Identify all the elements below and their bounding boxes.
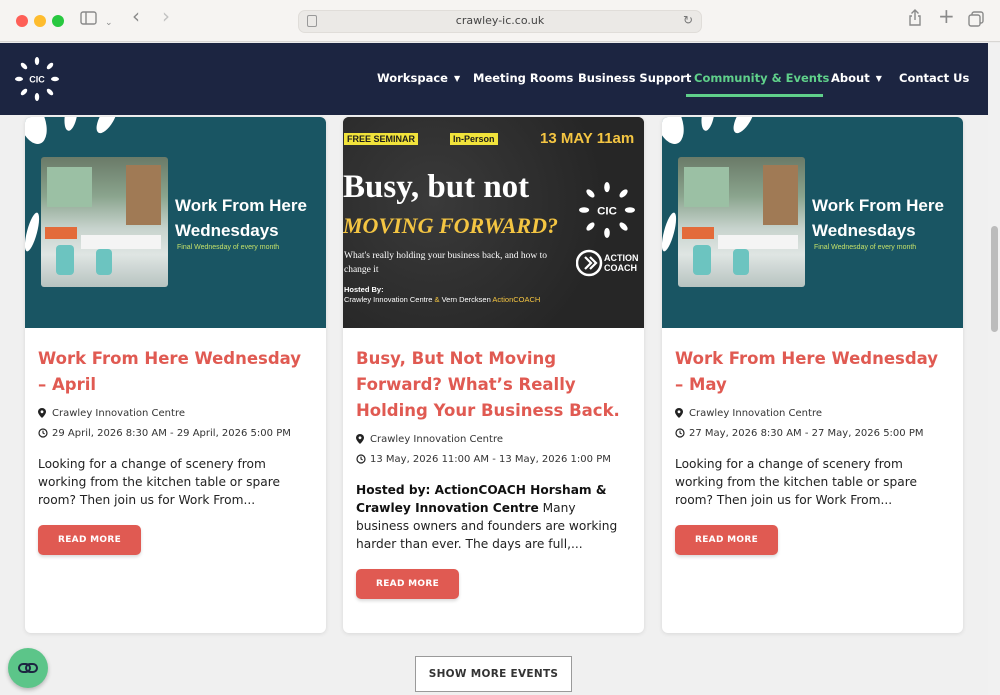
- event-image[interactable]: Work From Here Wednesdays Final Wednesda…: [25, 117, 326, 328]
- free-seminar-tag: FREE SEMINAR: [344, 133, 419, 145]
- decorative-leaf: [25, 117, 53, 148]
- tab-overview-icon[interactable]: [968, 11, 984, 32]
- event-datetime: 13 May, 2026 11:00 AM - 13 May, 2026 1:0…: [356, 454, 631, 466]
- events-section: Work From Here Wednesdays Final Wednesda…: [0, 115, 988, 695]
- image-title: Work From Here Wednesdays: [175, 196, 307, 240]
- seminar-subheadline: MOVING FORWARD?: [343, 213, 558, 238]
- map-pin-icon: [675, 408, 683, 422]
- seminar-date: 13 MAY 11am: [540, 130, 635, 147]
- address-bar[interactable]: crawley-ic.co.uk ↻: [298, 10, 702, 33]
- nav-business-support[interactable]: Business Support: [578, 71, 691, 85]
- scrollbar-thumb[interactable]: [991, 226, 998, 332]
- image-subtitle: Final Wednesday of every month: [177, 244, 280, 251]
- cic-logo[interactable]: CIC: [15, 57, 59, 101]
- svg-text:ACTION: ACTION: [604, 253, 639, 263]
- new-tab-icon[interactable]: +: [938, 6, 955, 26]
- reload-icon[interactable]: ↻: [683, 13, 693, 27]
- sidebar-toggle-icon[interactable]: [80, 10, 98, 30]
- in-person-tag: In-Person: [450, 133, 498, 145]
- nav-community-events[interactable]: Community & Events: [694, 71, 829, 85]
- event-card: FREE SEMINAR In-Person 13 MAY 11am Busy,…: [343, 117, 644, 633]
- office-photo: [41, 157, 168, 287]
- back-button[interactable]: ‹: [132, 6, 140, 26]
- svg-text:COACH: COACH: [604, 263, 637, 273]
- event-excerpt: Looking for a change of scenery from wor…: [38, 457, 280, 507]
- seminar-description: What's really holding your business back…: [344, 251, 548, 275]
- caret-down-icon: ▼: [453, 74, 461, 83]
- event-title[interactable]: Busy, But Not Moving Forward? What’s Rea…: [356, 346, 631, 424]
- accessibility-widget-button[interactable]: [8, 648, 48, 688]
- minimize-window-button[interactable]: [34, 15, 46, 27]
- read-more-button[interactable]: READ MORE: [356, 569, 460, 599]
- decorative-leaf: [662, 211, 680, 253]
- svg-text:CIC: CIC: [597, 205, 617, 217]
- close-window-button[interactable]: [16, 15, 28, 27]
- actioncoach-logo: ACTION COACH: [576, 249, 639, 277]
- event-card: Work From Here Wednesdays Final Wednesda…: [25, 117, 326, 633]
- image-title: Work From Here Wednesdays: [812, 196, 944, 240]
- chevron-down-icon[interactable]: ⌄: [105, 13, 113, 33]
- share-icon[interactable]: [908, 9, 922, 32]
- browser-toolbar: ⌄ ‹ › crawley-ic.co.uk ↻ +: [0, 0, 1000, 42]
- decorative-leaf: [92, 117, 122, 137]
- event-location: Crawley Innovation Centre: [675, 408, 950, 420]
- decorative-leaf: [62, 117, 80, 132]
- read-more-button[interactable]: READ MORE: [38, 525, 142, 555]
- site-header: CIC Workspace ▼ Meeting Rooms Business Su…: [0, 43, 988, 115]
- clock-icon: [356, 454, 366, 468]
- caret-down-icon: ▼: [875, 74, 882, 83]
- clock-icon: [38, 428, 48, 442]
- event-image[interactable]: FREE SEMINAR In-Person 13 MAY 11am Busy,…: [343, 117, 644, 328]
- nav-meeting-rooms[interactable]: Meeting Rooms: [473, 71, 573, 85]
- event-datetime: 29 April, 2026 8:30 AM - 29 April, 2026 …: [38, 428, 313, 440]
- event-location: Crawley Innovation Centre: [38, 408, 313, 420]
- decorative-leaf: [25, 211, 43, 253]
- seminar-hosts: Hosted By: Crawley Innovation Centre & V…: [344, 285, 541, 304]
- map-pin-icon: [38, 408, 46, 422]
- svg-text:CIC: CIC: [29, 75, 45, 85]
- active-nav-underline: [686, 94, 823, 97]
- office-photo: [678, 157, 805, 287]
- event-location: Crawley Innovation Centre: [356, 434, 631, 446]
- event-excerpt: Looking for a change of scenery from wor…: [675, 457, 917, 507]
- decorative-leaf: [662, 117, 690, 148]
- clock-icon: [675, 428, 685, 442]
- nav-workspace[interactable]: Workspace ▼: [377, 71, 460, 85]
- show-more-events-button[interactable]: SHOW MORE EVENTS: [415, 656, 572, 692]
- event-card: Work From Here Wednesdays Final Wednesda…: [662, 117, 963, 633]
- maximize-window-button[interactable]: [52, 15, 64, 27]
- decorative-leaf: [699, 117, 717, 132]
- event-image[interactable]: Work From Here Wednesdays Final Wednesda…: [662, 117, 963, 328]
- decorative-leaf: [729, 117, 759, 137]
- nav-about[interactable]: About ▼: [831, 71, 882, 85]
- event-datetime: 27 May, 2026 8:30 AM - 27 May, 2026 5:00…: [675, 428, 950, 440]
- scrollbar-track[interactable]: [988, 43, 1000, 695]
- link-icon: [18, 663, 38, 673]
- seminar-headline: Busy, but not: [343, 169, 530, 205]
- image-subtitle: Final Wednesday of every month: [814, 244, 917, 251]
- url-text: crawley-ic.co.uk: [455, 14, 545, 27]
- event-title[interactable]: Work From Here Wednesday – May: [675, 346, 950, 398]
- forward-button[interactable]: ›: [162, 6, 170, 26]
- cic-logo: CIC: [579, 182, 635, 238]
- map-pin-icon: [356, 434, 364, 448]
- event-excerpt: Hosted by: ActionCOACH Horsham & Crawley…: [356, 483, 618, 551]
- nav-contact-us[interactable]: Contact Us: [899, 71, 969, 85]
- read-more-button[interactable]: READ MORE: [675, 525, 779, 555]
- event-title[interactable]: Work From Here Wednesday – April: [38, 346, 313, 398]
